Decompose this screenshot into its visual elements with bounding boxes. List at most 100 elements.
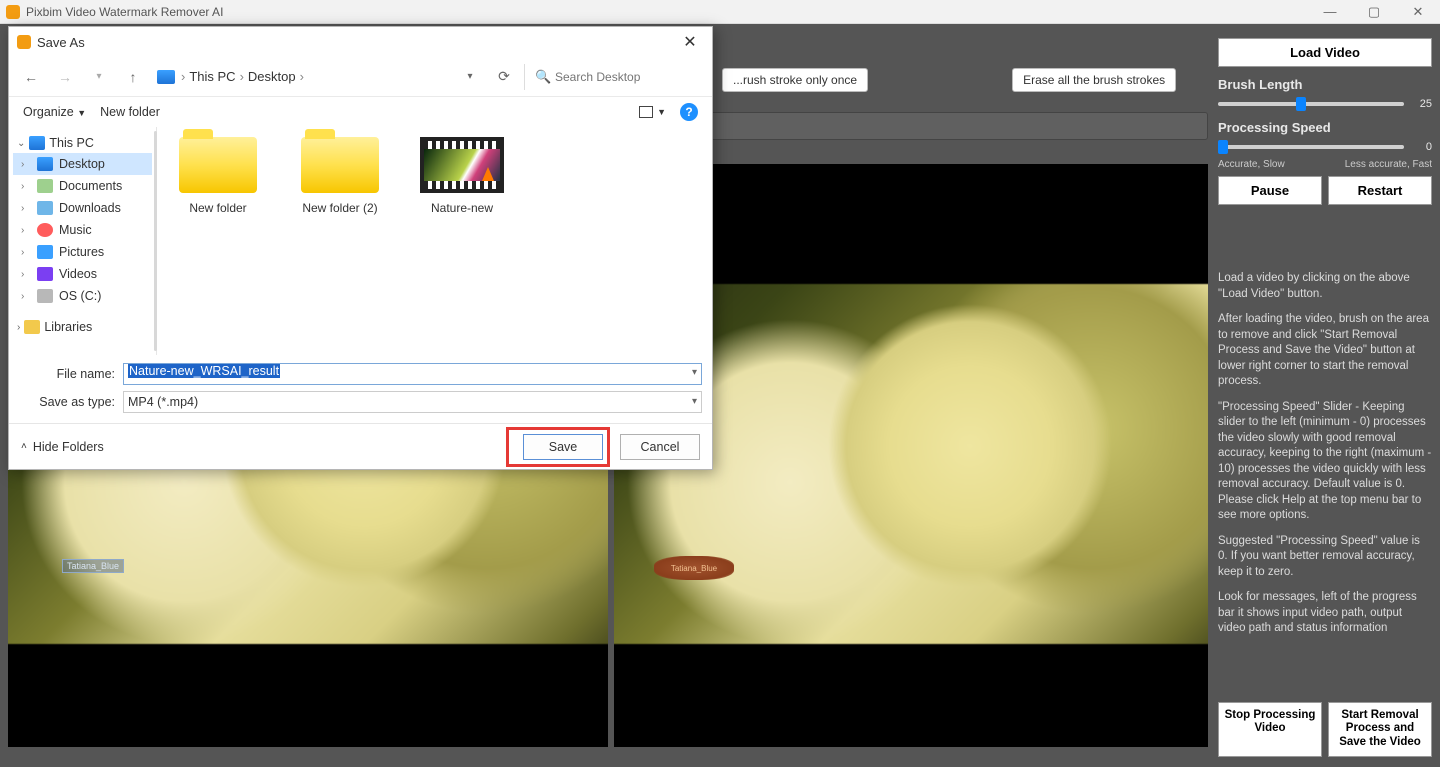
app-body: ...rush stroke only once Erase all the b… [0,24,1440,767]
pause-button[interactable]: Pause [1218,176,1322,205]
brush-length-label: Brush Length [1218,77,1432,92]
dialog-titlebar: Save As ✕ [9,27,712,57]
instructions-text: Load a video by clicking on the above "L… [1218,271,1432,647]
tree-item-music[interactable]: ›Music [13,219,152,241]
videos-icon [37,267,53,281]
dialog-nav-bar: ← → ▾ ↑ › This PC › Desktop › ▾ ⟳ 🔍 [9,57,712,97]
dialog-logo-icon [17,35,31,49]
vlc-cone-icon [482,167,494,181]
chevron-right-icon: › [21,291,31,302]
hide-folders-toggle[interactable]: ˄Hide Folders [21,440,104,454]
chevron-right-icon: › [181,69,185,84]
right-sidebar: Load Video Brush Length 25 Processing Sp… [1218,38,1432,757]
proc-speed-left-caption: Accurate, Slow [1218,159,1285,170]
file-label: New folder [171,201,265,215]
libraries-icon [24,320,40,334]
tree-item-downloads[interactable]: ›Downloads [13,197,152,219]
new-folder-button[interactable]: New folder [100,105,160,119]
folder-icon [179,137,257,193]
folder-tree[interactable]: ⌄This PC ›Desktop ›Documents ›Downloads … [9,127,157,355]
brush-length-value: 25 [1410,98,1432,110]
chevron-right-icon: › [21,181,31,192]
slider-thumb-icon[interactable] [1296,97,1306,111]
help-button[interactable]: ? [680,103,698,121]
folder-item[interactable]: New folder [171,137,265,215]
chevron-right-icon: › [21,247,31,258]
save-type-select[interactable]: MP4 (*.mp4)▾ [123,391,702,413]
view-icon [639,106,653,118]
tree-item-os-c[interactable]: ›OS (C:) [13,285,152,307]
restart-button[interactable]: Restart [1328,176,1432,205]
video-file-item[interactable]: Nature-new [415,137,509,215]
tree-item-videos[interactable]: ›Videos [13,263,152,285]
crumb-desktop[interactable]: Desktop [248,69,296,84]
folder-item[interactable]: New folder (2) [293,137,387,215]
chevron-up-icon: ˄ [21,441,27,452]
save-button-highlight: Save [506,427,610,467]
pc-icon [157,70,175,84]
filename-label: File name: [19,367,115,381]
search-input[interactable] [533,64,703,90]
load-video-button[interactable]: Load Video [1218,38,1432,67]
dialog-command-bar: Organize ▼ New folder ▼ ? [9,97,712,127]
chevron-down-icon[interactable]: ▾ [692,367,697,378]
tree-item-documents[interactable]: ›Documents [13,175,152,197]
maximize-button[interactable]: ▢ [1352,0,1396,24]
cancel-button[interactable]: Cancel [620,434,700,460]
tree-item-desktop[interactable]: ›Desktop [13,153,152,175]
nav-back-button[interactable]: ← [17,63,45,91]
app-title: Pixbim Video Watermark Remover AI [26,5,223,19]
processing-speed-value: 0 [1410,141,1432,153]
crumb-dropdown-button[interactable]: ▾ [456,63,484,91]
view-mode-button[interactable]: ▼ [639,106,666,118]
nav-recent-dropdown[interactable]: ▾ [85,63,113,91]
tree-item-this-pc[interactable]: ⌄This PC [13,133,152,153]
tree-item-libraries[interactable]: ›Libraries [13,317,152,337]
processing-speed-slider[interactable] [1218,145,1404,149]
breadcrumb[interactable]: › This PC › Desktop › [157,69,304,84]
dialog-fields: File name: Nature-new_WRSAI_result▾ Save… [9,355,712,423]
nav-up-button[interactable]: ↑ [119,63,147,91]
app-titlebar: Pixbim Video Watermark Remover AI — ▢ ✕ [0,0,1440,24]
chevron-right-icon: › [240,69,244,84]
dialog-footer: ˄Hide Folders Save Cancel [9,423,712,469]
pictures-icon [37,245,53,259]
filename-input[interactable]: Nature-new_WRSAI_result▾ [123,363,702,385]
dialog-title: Save As [37,35,85,50]
file-grid[interactable]: New folder New folder (2) Nature-new [157,127,712,355]
nav-forward-button[interactable]: → [51,63,79,91]
tree-item-pictures[interactable]: ›Pictures [13,241,152,263]
proc-speed-right-caption: Less accurate, Fast [1345,159,1432,170]
chevron-right-icon: › [21,269,31,280]
music-icon [37,223,53,237]
brush-once-button[interactable]: ...rush stroke only once [722,68,868,92]
file-label: New folder (2) [293,201,387,215]
watermark-box-left[interactable]: Tatiana_Blue [62,559,124,573]
chevron-right-icon: › [17,322,20,333]
save-type-label: Save as type: [19,395,115,409]
close-app-button[interactable]: ✕ [1396,0,1440,24]
desktop-icon [37,157,53,171]
organize-menu[interactable]: Organize ▼ [23,105,86,119]
erase-all-button[interactable]: Erase all the brush strokes [1012,68,1176,92]
drive-icon [37,289,53,303]
refresh-button[interactable]: ⟳ [490,63,518,91]
slider-thumb-icon[interactable] [1218,140,1228,154]
chevron-down-icon[interactable]: ▾ [692,396,697,407]
save-as-dialog: Save As ✕ ← → ▾ ↑ › This PC › Desktop › … [8,26,713,470]
chevron-right-icon: › [300,69,304,84]
stop-processing-button[interactable]: Stop Processing Video [1218,702,1322,757]
dialog-close-button[interactable]: ✕ [676,28,704,56]
file-label: Nature-new [415,201,509,215]
video-file-icon [420,137,504,193]
chevron-right-icon: › [21,203,31,214]
brush-length-slider[interactable] [1218,102,1404,106]
save-button[interactable]: Save [523,434,603,460]
app-logo-icon [6,5,20,19]
crumb-this-pc[interactable]: This PC [189,69,235,84]
start-removal-button[interactable]: Start Removal Process and Save the Video [1328,702,1432,757]
processing-speed-label: Processing Speed [1218,120,1432,135]
watermark-brush-right: Tatiana_Blue [654,556,734,580]
minimize-button[interactable]: — [1308,0,1352,24]
chevron-down-icon: ▼ [77,108,86,118]
